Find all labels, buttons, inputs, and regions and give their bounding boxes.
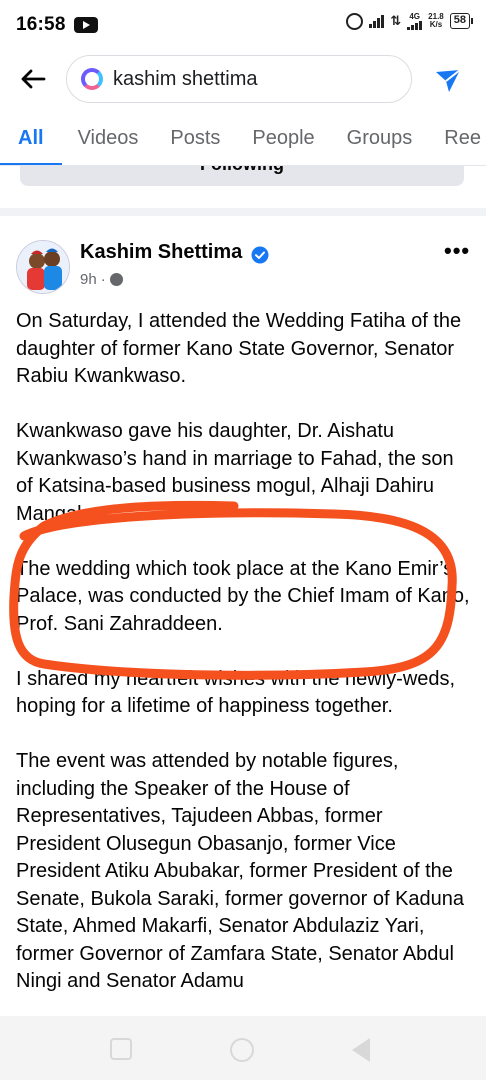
verified-badge-icon (251, 246, 269, 264)
status-time: 16:58 (16, 14, 66, 35)
data-arrows-icon: ⇅ (390, 13, 402, 28)
signal-2-icon (407, 21, 423, 30)
back-button[interactable] (352, 1038, 370, 1062)
back-arrow-icon[interactable] (18, 64, 48, 94)
meta-separator: · (100, 271, 106, 288)
post-paragraph: On Saturday, I attended the Wedding Fati… (16, 310, 462, 387)
post-author[interactable]: Kashim Shettima (80, 241, 242, 264)
avatar[interactable] (16, 240, 70, 294)
network-indicator: 4G (407, 12, 423, 30)
tab-videos[interactable]: Videos (62, 112, 155, 165)
net-speed: 21.8 K/s (428, 13, 444, 29)
search-tabs: All Videos Posts People Groups Ree (0, 112, 486, 166)
network-type: 4G (409, 12, 420, 21)
status-bar: 16:58 ⇅ 4G 21.8 K/s 58 (0, 0, 486, 50)
status-icons: ⇅ 4G 21.8 K/s 58 (346, 12, 474, 30)
following-button[interactable]: Following (20, 166, 464, 186)
post-meta: 9h · (80, 271, 123, 288)
post-paragraph: I shared my heartfelt wishes with the ne… (16, 667, 456, 718)
battery-level: 58 (453, 14, 466, 26)
tab-posts[interactable]: Posts (154, 112, 236, 165)
signal-icon (369, 14, 385, 28)
section-divider (0, 208, 486, 216)
filter-icon[interactable] (432, 64, 464, 96)
following-label: Following (20, 166, 464, 175)
system-nav-bar (0, 1016, 486, 1080)
tab-reels[interactable]: Ree (428, 112, 486, 165)
net-speed-unit: K/s (429, 20, 443, 29)
tab-all[interactable]: All (0, 112, 62, 165)
post-time[interactable]: 9h (80, 271, 97, 288)
search-header: kashim shettima (0, 52, 486, 108)
recent-apps-button[interactable] (110, 1038, 132, 1060)
content-fade (0, 990, 486, 1016)
post-paragraph: Kwankwaso gave his daughter, Dr. Aishatu… (16, 420, 454, 525)
search-query[interactable]: kashim shettima (113, 68, 258, 91)
alarm-icon (346, 12, 364, 30)
home-button[interactable] (230, 1038, 254, 1062)
tab-groups[interactable]: Groups (331, 112, 429, 165)
youtube-notification-icon (73, 17, 98, 33)
avatar-illustration (17, 241, 69, 293)
more-options-icon[interactable]: ••• (444, 238, 470, 264)
search-logo-icon (81, 68, 103, 90)
post-body: On Saturday, I attended the Wedding Fati… (16, 308, 472, 1023)
search-input[interactable]: kashim shettima (66, 55, 412, 103)
post-paragraph: The event was attended by notable figure… (16, 750, 465, 992)
globe-icon (109, 273, 123, 286)
battery-icon: 58 (449, 13, 474, 29)
post-paragraph: The wedding which took place at the Kano… (16, 557, 470, 635)
tab-people[interactable]: People (236, 112, 330, 165)
